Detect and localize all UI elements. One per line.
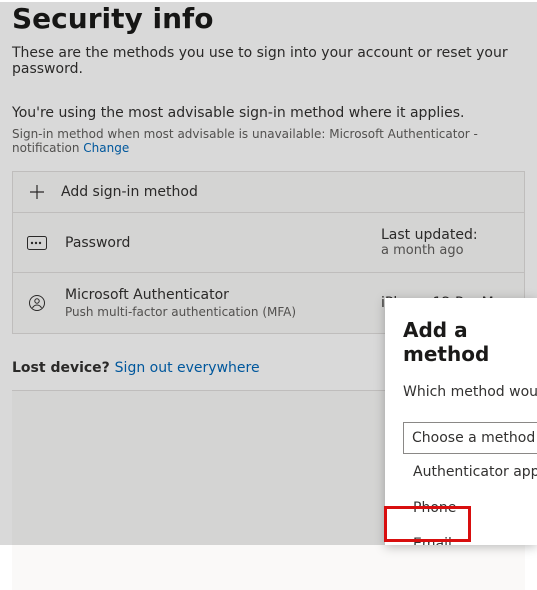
add-method-modal: Add a method Which method would you like… [385,298,537,545]
method-select[interactable]: Choose a method [403,422,537,454]
advisable-note: You're using the most advisable sign-in … [12,105,525,121]
page-subtitle: These are the methods you use to sign in… [12,45,525,77]
method-sub: Push multi-factor authentication (MFA) [65,305,365,319]
add-sign-in-method-button[interactable]: Add sign-in method [13,172,524,213]
page-title: Security info [12,2,525,35]
lost-device-prefix: Lost device? [12,360,115,376]
option-phone[interactable]: Phone [403,490,537,526]
modal-subtitle: Which method would you like to add? [403,384,537,400]
advisable-subnote: Sign-in method when most advisable is un… [12,127,525,155]
sign-out-everywhere-link[interactable]: Sign out everywhere [115,360,260,376]
method-name: Password [65,235,365,251]
option-authenticator-app[interactable]: Authenticator app [403,454,537,490]
advisable-subnote-text: Sign-in method when most advisable is un… [12,127,478,155]
method-options-list: Authenticator app Phone Email [403,454,537,545]
method-select-placeholder: Choose a method [412,430,535,446]
option-email[interactable]: Email [403,526,537,545]
password-icon [25,236,49,250]
table-row: Password Last updated: a month ago [13,213,524,273]
change-link[interactable]: Change [83,141,129,155]
modal-title: Add a method [403,318,537,366]
method-name: Microsoft Authenticator [65,287,365,303]
plus-icon [25,184,49,200]
method-right-value: a month ago [381,243,512,258]
authenticator-icon [25,294,49,312]
add-method-label: Add sign-in method [61,184,198,200]
method-right-label: Last updated: [381,227,512,243]
